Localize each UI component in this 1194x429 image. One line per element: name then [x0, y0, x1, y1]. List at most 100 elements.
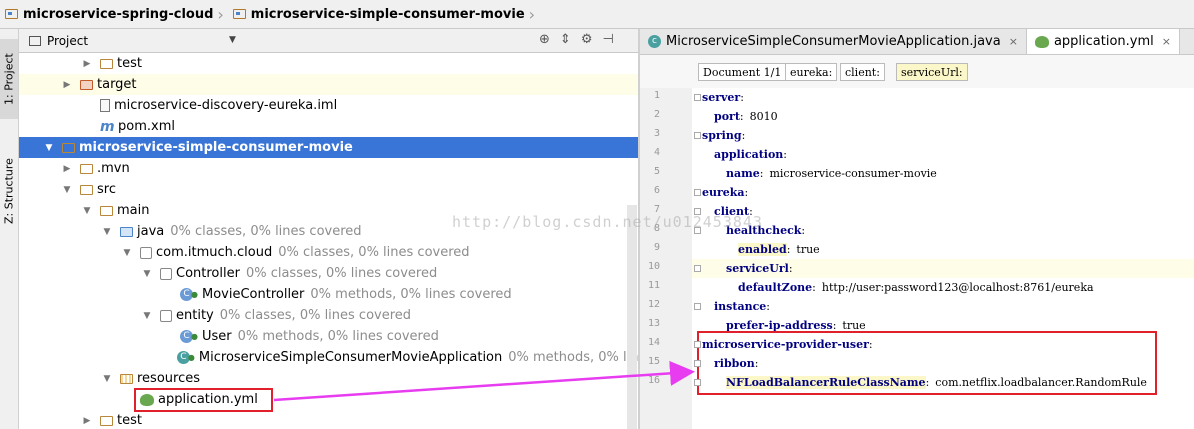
expand-down-icon[interactable]: ▼: [62, 185, 72, 195]
fold-marker-icon[interactable]: [694, 360, 701, 367]
yaml-crumb-eureka[interactable]: eureka:: [785, 63, 838, 81]
fold-marker-icon[interactable]: [694, 208, 701, 215]
line-number: 11: [647, 280, 660, 291]
yaml-key: enabled: [738, 243, 787, 256]
tree-item[interactable]: ▶C●MovieController0% methods, 0% lines c…: [19, 284, 638, 305]
tree-item[interactable]: ▶ .mvn: [19, 158, 638, 179]
chevron-right-icon: ›: [217, 4, 224, 24]
expand-down-icon[interactable]: ▼: [142, 269, 152, 279]
package-icon: [140, 246, 152, 259]
line-number: 16: [647, 375, 660, 386]
yaml-value: true: [796, 243, 820, 256]
fold-marker-icon[interactable]: [694, 341, 701, 348]
fold-marker-icon[interactable]: [694, 132, 701, 139]
code-line[interactable]: enabled: true: [692, 240, 1194, 259]
expand-down-icon[interactable]: ▼: [142, 311, 152, 321]
tree-item-label: resources: [137, 371, 201, 386]
tree-item-label: pom.xml: [118, 119, 175, 134]
fold-marker-icon[interactable]: [694, 94, 701, 101]
tree-item[interactable]: ▶C●User0% methods, 0% lines covered: [19, 326, 638, 347]
breadcrumb-label: microservice-spring-cloud: [23, 6, 214, 22]
yaml-key: application: [714, 148, 784, 161]
code-line[interactable]: name: microservice-consumer-movie: [692, 164, 1194, 183]
code-line[interactable]: eureka:: [692, 183, 1194, 202]
chevron-right-icon: ›: [528, 4, 536, 24]
line-number: 4: [653, 147, 660, 158]
maven-icon: m: [100, 118, 115, 135]
locate-icon[interactable]: ⊕: [539, 32, 550, 47]
tree-item-label: main: [117, 203, 150, 218]
code-line[interactable]: serviceUrl:: [692, 259, 1194, 278]
yaml-key: name: [726, 167, 760, 180]
yaml-crumb-serviceurl[interactable]: serviceUrl:: [896, 63, 968, 81]
expand-down-icon[interactable]: ▼: [44, 143, 54, 153]
fold-marker-icon[interactable]: [694, 189, 701, 196]
coverage-info: 0% methods, 0% lines covered: [237, 329, 439, 344]
tree-item-label: MicroserviceSimpleConsumerMovieApplicati…: [198, 350, 503, 365]
package-icon: [160, 309, 172, 322]
access-icon: ●: [187, 353, 195, 362]
tab-application-java[interactable]: c MicroserviceSimpleConsumerMovieApplica…: [640, 29, 1027, 54]
project-view-selector[interactable]: Project: [47, 34, 88, 48]
expand-right-icon[interactable]: ▶: [62, 80, 72, 90]
tree-item[interactable]: ▶microservice-discovery-eureka.iml: [19, 95, 638, 116]
watermark-text: http://blog.csdn.net/u012453843: [452, 213, 763, 231]
tree-item[interactable]: ▼ com.itmuch.cloud 0% classes, 0% lines co…: [19, 242, 638, 263]
yaml-key: eureka: [702, 186, 745, 199]
line-number: 14: [647, 337, 660, 348]
tree-item-label: entity: [176, 308, 214, 323]
yaml-key: instance: [714, 300, 767, 313]
expand-right-icon[interactable]: ▶: [62, 164, 72, 174]
code-line[interactable]: client:: [692, 202, 1194, 221]
tree-item[interactable]: ▼ Controller 0% classes, 0% lines covered: [19, 263, 638, 284]
close-icon[interactable]: ×: [1009, 35, 1018, 48]
close-icon[interactable]: ×: [1162, 35, 1171, 48]
tree-item[interactable]: ▼ microservice-simple-consumer-movie: [19, 137, 638, 158]
tab-application-yml[interactable]: application.yml ×: [1026, 29, 1180, 54]
fold-marker-icon[interactable]: [694, 303, 701, 310]
code-line[interactable]: application:: [692, 145, 1194, 164]
gear-icon[interactable]: ⚙: [581, 32, 593, 47]
yaml-crumb-document[interactable]: Document 1/1: [698, 63, 787, 81]
expand-down-icon[interactable]: ▼: [122, 248, 132, 258]
collapse-all-icon[interactable]: ⇕: [560, 32, 571, 47]
tool-tab-structure[interactable]: Z: Structure: [0, 149, 18, 234]
line-number: 12: [647, 299, 660, 310]
tree-item[interactable]: ▶application.yml: [19, 389, 638, 410]
fold-marker-icon[interactable]: [694, 379, 701, 386]
code-line[interactable]: healthcheck:: [692, 221, 1194, 240]
tree-item[interactable]: ▶mpom.xml: [19, 116, 638, 137]
tab-label: MicroserviceSimpleConsumerMovieApplicati…: [666, 34, 1001, 49]
code-line[interactable]: server:: [692, 88, 1194, 107]
breadcrumb-item-root[interactable]: microservice-spring-cloud: [0, 7, 213, 22]
fold-marker-icon[interactable]: [694, 265, 701, 272]
chevron-down-icon[interactable]: ▼: [229, 35, 236, 45]
code-line[interactable]: defaultZone: http://user:password123@loca…: [692, 278, 1194, 297]
tool-tab-project[interactable]: 1: Project: [0, 39, 18, 119]
module-folder-icon: [232, 9, 246, 19]
yaml-colon: :: [766, 300, 770, 313]
code-line[interactable]: port: 8010: [692, 107, 1194, 126]
tree-item[interactable]: ▶ test: [19, 410, 638, 429]
expand-right-icon[interactable]: ▶: [82, 59, 92, 69]
hide-panel-icon[interactable]: ⊣: [602, 32, 613, 47]
expand-down-icon[interactable]: ▼: [82, 206, 92, 216]
tree-item-label: test: [117, 413, 142, 428]
tree-item[interactable]: ▶ target: [19, 74, 638, 95]
tree-item[interactable]: ▶ test: [19, 53, 638, 74]
tree-item[interactable]: ▼ entity 0% classes, 0% lines covered: [19, 305, 638, 326]
expand-down-icon[interactable]: ▼: [102, 227, 112, 237]
tree-item[interactable]: ▼ resources: [19, 368, 638, 389]
folder-icon: [62, 142, 75, 153]
tree-item[interactable]: ▼ src: [19, 179, 638, 200]
tree-item[interactable]: ▶C●MicroserviceSimpleConsumerMovieApplic…: [19, 347, 638, 368]
expand-right-icon[interactable]: ▶: [82, 416, 92, 426]
breadcrumb-item-module[interactable]: microservice-simple-consumer-movie: [228, 7, 525, 22]
expand-down-icon[interactable]: ▼: [102, 374, 112, 384]
fold-marker-icon[interactable]: [694, 227, 701, 234]
line-number: 2: [653, 109, 660, 120]
code-line[interactable]: spring:: [692, 126, 1194, 145]
code-line[interactable]: instance:: [692, 297, 1194, 316]
yaml-crumb-client[interactable]: client:: [840, 63, 885, 81]
tree-scrollbar[interactable]: [627, 205, 637, 429]
